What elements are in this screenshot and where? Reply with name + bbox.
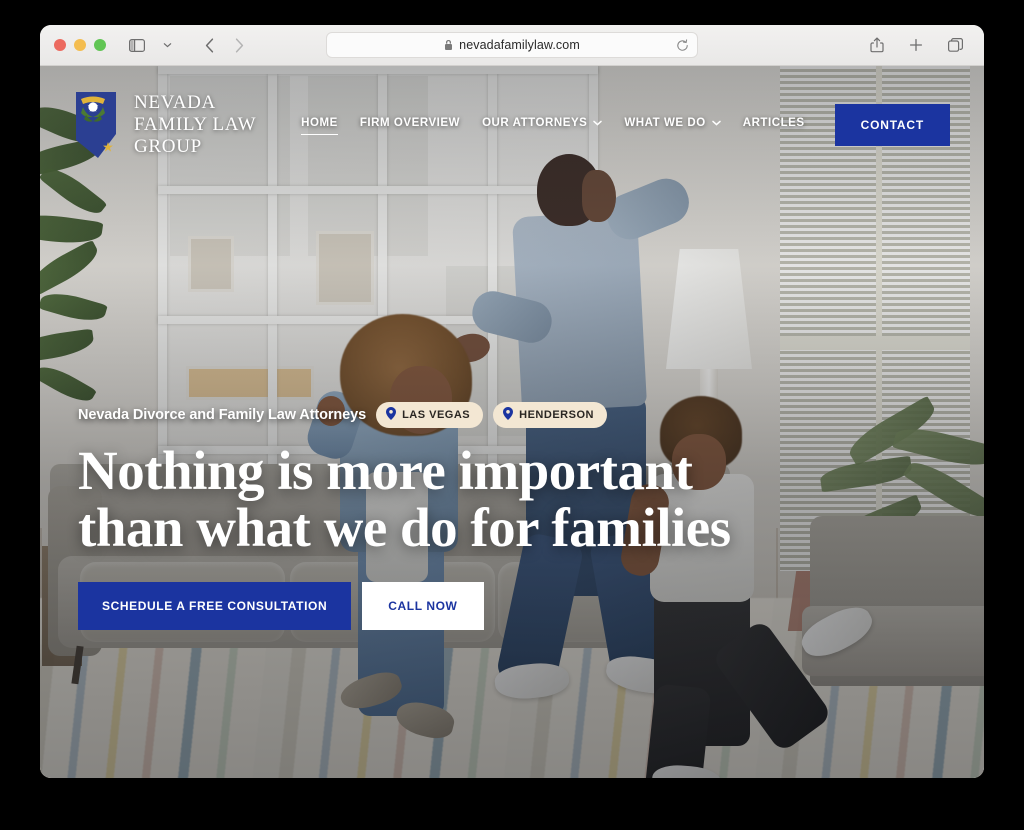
hero-headline-line-2: than what we do for families <box>78 496 731 558</box>
nevada-state-outline-icon <box>76 92 116 158</box>
site-header: NEVADA FAMILY LAW GROUP HOME FIRM OVERVI… <box>40 66 984 184</box>
share-icon[interactable] <box>862 32 892 58</box>
sidebar-toggle-icon[interactable] <box>122 32 152 58</box>
hero-section: Nevada Divorce and Family Law Attorneys … <box>78 401 948 630</box>
address-bar[interactable]: nevadafamilylaw.com <box>326 32 698 58</box>
reload-icon[interactable] <box>676 38 689 52</box>
hero-eyebrow-row: Nevada Divorce and Family Law Attorneys … <box>78 401 948 428</box>
location-pill-henderson-label: HENDERSON <box>519 408 594 421</box>
call-now-button[interactable]: CALL NOW <box>362 582 484 630</box>
browser-toolbar: nevadafamilylaw.com <box>40 25 984 66</box>
window-traffic-lights[interactable] <box>54 39 106 51</box>
location-pill-henderson[interactable]: HENDERSON <box>493 401 607 428</box>
nav-item-firm-overview[interactable]: FIRM OVERVIEW <box>360 117 460 133</box>
location-pill-las-vegas-label: LAS VEGAS <box>402 408 471 421</box>
nav-item-what-we-do-label: WHAT WE DO <box>624 117 706 129</box>
minimize-window-button[interactable] <box>74 39 86 51</box>
contact-button[interactable]: CONTACT <box>834 104 950 146</box>
map-pin-icon <box>503 406 514 423</box>
nav-item-our-attorneys-label: OUR ATTORNEYS <box>482 117 588 129</box>
sidebar-chevron-down-icon[interactable] <box>152 32 182 58</box>
nav-item-firm-overview-label: FIRM OVERVIEW <box>359 117 461 129</box>
map-pin-icon <box>386 406 397 423</box>
hero-eyebrow: Nevada Divorce and Family Law Attorneys <box>78 406 367 423</box>
schedule-consultation-button[interactable]: SCHEDULE A FREE CONSULTATION <box>78 582 352 630</box>
maximize-window-button[interactable] <box>94 39 106 51</box>
nav-item-our-attorneys[interactable]: OUR ATTORNEYS <box>482 117 603 133</box>
logo-line-3: GROUP <box>134 136 202 158</box>
lock-icon <box>444 39 453 51</box>
logo-line-1: NEVADA <box>134 91 216 113</box>
site-logo-text: NEVADA FAMILY LAW GROUP <box>134 92 256 158</box>
forward-arrow-icon[interactable] <box>224 32 254 58</box>
browser-window: nevadafamilylaw.com NEVADA FAMILY LAW GR… <box>40 25 984 778</box>
page-viewport: NEVADA FAMILY LAW GROUP HOME FIRM OVERVI… <box>40 66 984 778</box>
nav-item-home[interactable]: HOME <box>301 117 338 135</box>
new-tab-plus-icon[interactable] <box>901 32 931 58</box>
hero-headline: Nothing is more important than what we d… <box>78 439 948 558</box>
nav-item-what-we-do[interactable]: WHAT WE DO <box>624 117 721 133</box>
tab-overview-icon[interactable] <box>940 32 970 58</box>
site-logo[interactable]: NEVADA FAMILY LAW GROUP <box>72 90 256 160</box>
nav-item-articles[interactable]: ARTICLES <box>743 117 805 133</box>
main-navigation: HOME FIRM OVERVIEW OUR ATTORNEYS WHAT WE… <box>301 104 950 146</box>
logo-line-2: FAMILY LAW <box>134 113 257 135</box>
back-arrow-icon[interactable] <box>194 32 224 58</box>
chevron-down-icon <box>593 117 603 129</box>
close-window-button[interactable] <box>54 39 66 51</box>
address-bar-url: nevadafamilylaw.com <box>459 38 580 52</box>
nav-item-articles-label: ARTICLES <box>742 117 805 129</box>
hero-cta-row: SCHEDULE A FREE CONSULTATION CALL NOW <box>78 582 948 630</box>
location-pill-las-vegas[interactable]: LAS VEGAS <box>376 401 484 428</box>
hero-headline-line-1: Nothing is more important <box>78 439 693 501</box>
chevron-down-icon <box>711 117 721 129</box>
nav-item-home-label: HOME <box>301 117 338 129</box>
